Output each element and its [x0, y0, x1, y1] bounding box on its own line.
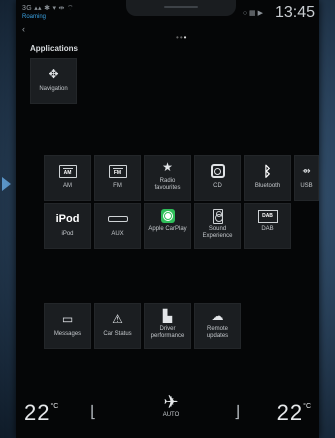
warning-icon: ⚠: [112, 312, 123, 326]
app-tile-ipod[interactable]: iPod iPod: [44, 203, 91, 249]
app-tile-driver-performance[interactable]: ▙ Driver performance: [144, 303, 191, 349]
fan-mode-label: AUTO: [162, 412, 180, 418]
clock: 13:45: [274, 4, 315, 21]
ipod-icon: iPod: [55, 213, 80, 225]
app-tile-navigation[interactable]: ✥ Navigation: [30, 58, 77, 104]
app-label: AM: [63, 183, 72, 189]
compass-icon: ✥: [48, 67, 59, 81]
right-seat-heat-icon[interactable]: ⌋: [234, 402, 240, 422]
app-label: Driver performance: [150, 326, 185, 339]
speaker-icon: [212, 208, 223, 224]
status-right: ○ ▦ ▶ 13:45: [243, 4, 315, 22]
fan-control[interactable]: ✈ AUTO: [159, 392, 183, 418]
app-tile-remote-updates[interactable]: ☁ Remote updates: [194, 303, 241, 349]
app-tile-fm[interactable]: FM FM: [94, 155, 141, 201]
page-dot-active-icon: •: [183, 33, 188, 42]
app-label: Messages: [53, 331, 82, 337]
app-label: Radio favourites: [154, 178, 181, 191]
carplay-icon: [160, 209, 175, 223]
status-bar: 3G ▴▴ ✱ ▾ ⇹ ⌔ Roaming ‹ ○ ▦ ▶ 13:45: [16, 0, 319, 34]
usb-icon: ⇴: [302, 165, 311, 177]
fan-icon: ✈: [163, 392, 179, 412]
temp-unit: °C: [50, 403, 59, 410]
app-tile-cd[interactable]: CD: [194, 155, 241, 201]
app-label: CD: [213, 183, 222, 189]
dab-icon: DAB: [257, 209, 278, 223]
edge-arrow-icon: [2, 177, 11, 191]
app-tile-usb[interactable]: ⇴ USB: [294, 155, 319, 201]
pull-down-handle[interactable]: [126, 0, 236, 16]
dashboard-background: 3G ▴▴ ✱ ▾ ⇹ ⌔ Roaming ‹ ○ ▦ ▶ 13:45 ••• …: [0, 0, 335, 438]
radio-am-icon: AM: [58, 164, 77, 178]
app-label: iPod: [61, 231, 74, 237]
left-temperature[interactable]: 22°C: [24, 400, 58, 426]
bluetooth-icon: ᛒ: [263, 163, 272, 179]
climate-bar: 22°C ⌊ ✈ AUTO ⌋ 22°C: [16, 380, 319, 438]
radio-fm-icon: FM: [108, 164, 127, 178]
app-label: USB: [300, 183, 313, 189]
messages-icon: ▭: [61, 312, 74, 326]
right-temperature[interactable]: 22°C: [277, 400, 311, 426]
right-temp-value: 22: [276, 400, 304, 425]
app-label: Apple CarPlay: [148, 226, 187, 232]
app-label: Remote updates: [206, 326, 229, 339]
left-seat-heat-icon[interactable]: ⌊: [90, 402, 96, 422]
app-label: FM: [113, 183, 122, 189]
signal-label: 3G: [22, 5, 32, 12]
app-label: Navigation: [39, 86, 68, 92]
status-left: 3G ▴▴ ✱ ▾ ⇹ ⌔: [22, 4, 74, 13]
app-label: DAB: [261, 226, 274, 232]
center-display: 3G ▴▴ ✱ ▾ ⇹ ⌔ Roaming ‹ ○ ▦ ▶ 13:45 ••• …: [16, 0, 319, 438]
app-label: Sound Experience: [202, 226, 233, 239]
app-tile-apple-carplay[interactable]: Apple CarPlay: [144, 203, 191, 249]
app-tile-bluetooth[interactable]: ᛒ Bluetooth: [244, 155, 291, 201]
page-title: Applications: [30, 44, 79, 53]
app-tile-dab[interactable]: DAB DAB: [244, 203, 291, 249]
app-label: Car Status: [103, 331, 132, 337]
app-tile-aux[interactable]: AUX: [94, 203, 141, 249]
aux-icon: [107, 216, 128, 222]
roaming-label: Roaming: [22, 14, 47, 20]
back-chevron-icon[interactable]: ‹: [22, 24, 25, 34]
radio-favourites-icon: ★: [162, 160, 173, 174]
app-tile-am[interactable]: AM AM: [44, 155, 91, 201]
app-tile-car-status[interactable]: ⚠ Car Status: [94, 303, 141, 349]
status-icons: ○ ▦ ▶: [242, 10, 263, 17]
left-temp-value: 22: [24, 400, 51, 425]
app-label: Bluetooth: [254, 183, 281, 189]
driver-performance-icon: ▙: [162, 309, 173, 323]
signal-strength-icon: ▴▴ ✱ ▾ ⇹ ⌔: [34, 5, 74, 12]
app-tile-radio-favourites[interactable]: ★ Radio favourites: [144, 155, 191, 201]
page-indicator: •••: [176, 33, 187, 42]
temp-unit: °C: [303, 403, 311, 410]
cd-icon: [210, 164, 225, 178]
app-tile-messages[interactable]: ▭ Messages: [44, 303, 91, 349]
cloud-download-icon: ☁: [211, 309, 224, 323]
app-label: AUX: [111, 231, 124, 237]
app-tile-sound-experience[interactable]: Sound Experience: [194, 203, 241, 249]
